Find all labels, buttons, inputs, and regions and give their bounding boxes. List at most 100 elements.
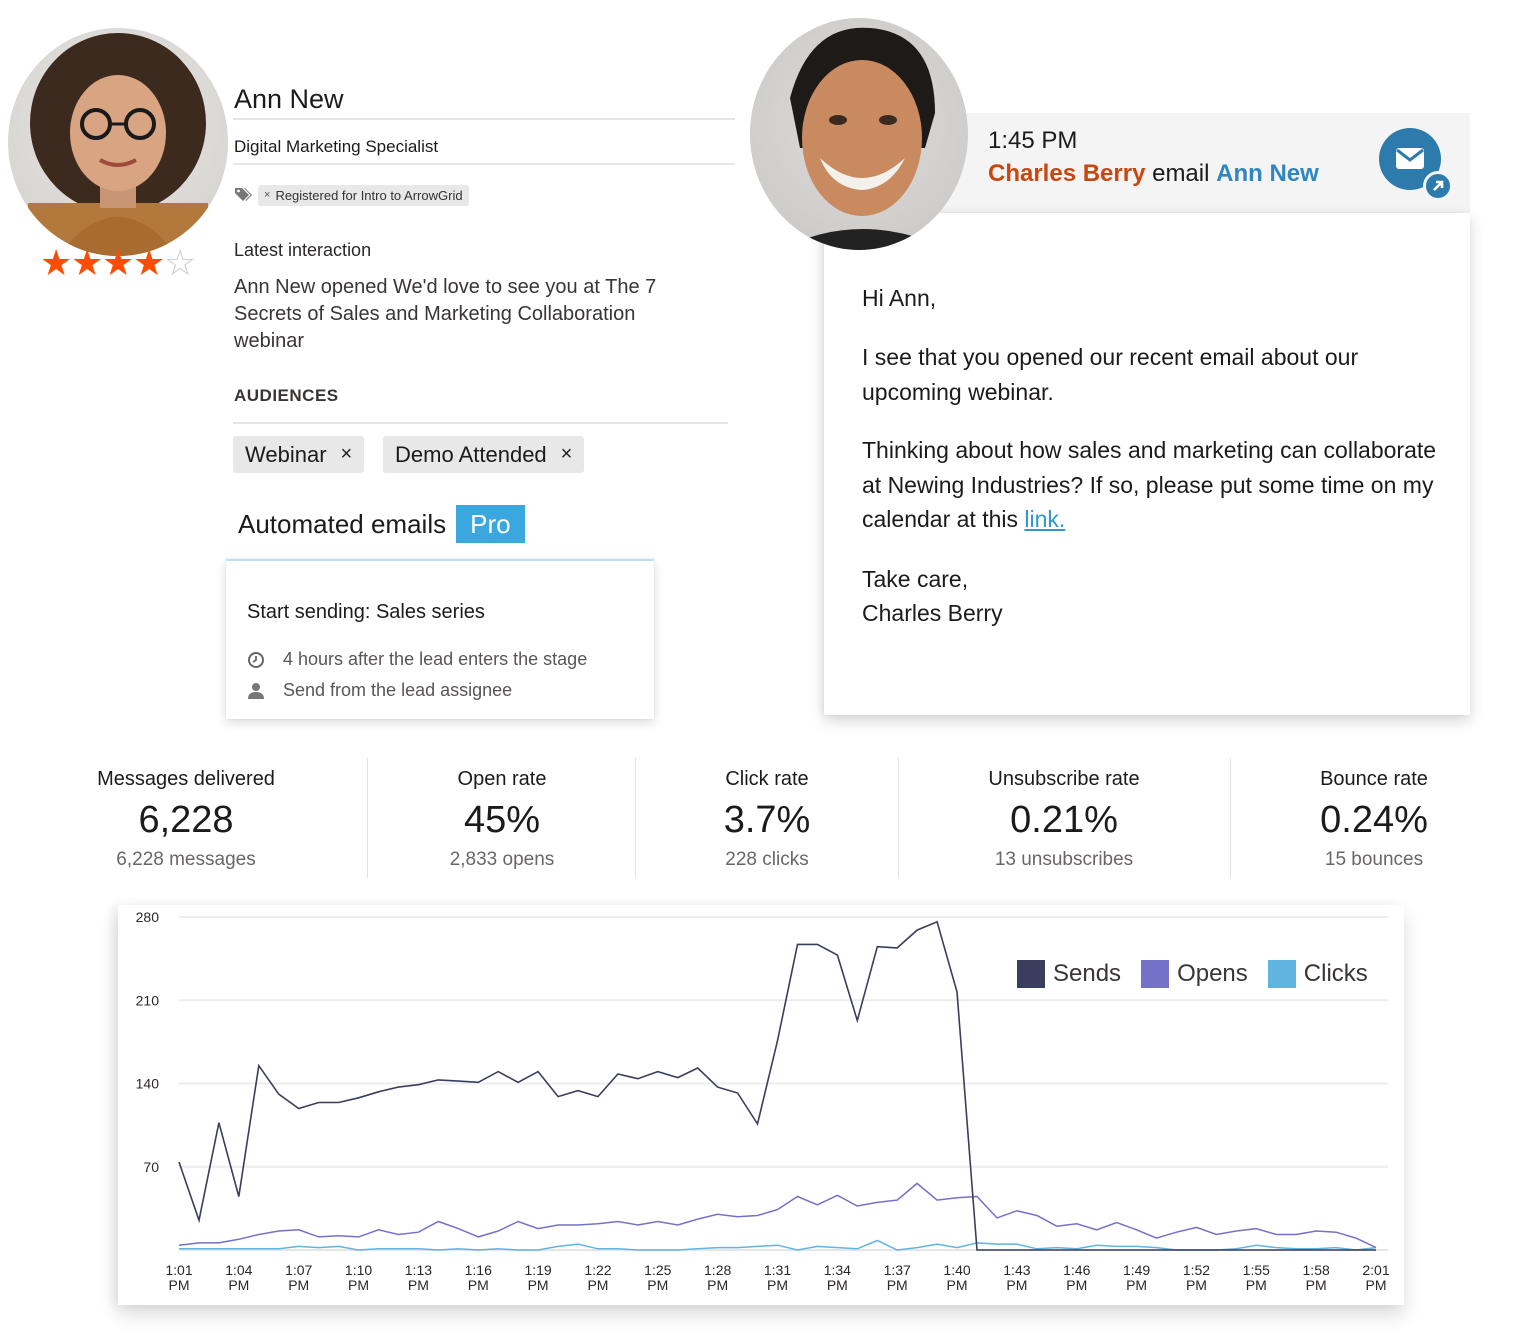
x-tick-label: 1:01 bbox=[165, 1262, 192, 1278]
email-signature: Charles Berry bbox=[862, 600, 1003, 626]
x-tick-label: PM bbox=[1126, 1277, 1147, 1293]
x-tick-label: PM bbox=[1246, 1277, 1267, 1293]
series-line-clicks bbox=[179, 1239, 1377, 1251]
x-tick-label: PM bbox=[947, 1277, 968, 1293]
x-tick-label: PM bbox=[887, 1277, 908, 1293]
remove-audience-icon[interactable]: × bbox=[341, 436, 353, 473]
series-line-opens bbox=[178, 1182, 1377, 1249]
audience-label: Webinar bbox=[245, 442, 327, 467]
x-tick-label: 2:01 bbox=[1362, 1262, 1389, 1278]
legend-item-clicks[interactable]: Clicks bbox=[1267, 960, 1368, 988]
x-tick-label: PM bbox=[228, 1277, 249, 1293]
email-sender-link[interactable]: Charles Berry bbox=[988, 160, 1145, 187]
automated-emails-title: Automated emails bbox=[238, 508, 447, 539]
legend-swatch bbox=[1017, 960, 1045, 988]
chart-legend: Sends Opens Clicks bbox=[1005, 950, 1380, 998]
latest-interaction-text: Ann New opened We'd love to see you at T… bbox=[234, 276, 657, 352]
x-tick-label: PM bbox=[1006, 1277, 1027, 1293]
contact-name: Ann New bbox=[234, 84, 344, 114]
audience-label: Demo Attended bbox=[395, 442, 547, 467]
sender-avatar bbox=[750, 18, 968, 250]
divider bbox=[233, 422, 728, 424]
x-tick-label: 1:37 bbox=[884, 1262, 911, 1278]
email-recipient-link[interactable]: Ann New bbox=[1216, 160, 1319, 187]
y-tick-label: 210 bbox=[136, 992, 160, 1008]
star-empty-icon[interactable]: ☆ bbox=[164, 244, 196, 284]
x-tick-label: PM bbox=[1066, 1277, 1087, 1293]
x-tick-label: PM bbox=[348, 1277, 369, 1293]
star-filled-icon[interactable]: ★ bbox=[102, 244, 134, 284]
legend-swatch bbox=[1141, 960, 1170, 988]
star-filled-icon[interactable]: ★ bbox=[71, 244, 103, 284]
legend-label: Sends bbox=[1053, 960, 1122, 987]
x-tick-label: 1:58 bbox=[1303, 1262, 1330, 1278]
x-tick-label: PM bbox=[767, 1277, 788, 1293]
open-external-badge[interactable] bbox=[1423, 171, 1453, 201]
legend-item-opens[interactable]: Opens bbox=[1141, 960, 1248, 988]
x-tick-label: PM bbox=[169, 1277, 190, 1293]
tags-icon bbox=[235, 188, 252, 201]
stat-subtext: 15 bounces bbox=[1324, 849, 1424, 870]
y-tick-label: 280 bbox=[136, 909, 160, 925]
stat-value: 0.24% bbox=[1320, 799, 1428, 841]
x-tick-label: PM bbox=[288, 1277, 309, 1293]
x-tick-label: 1:28 bbox=[704, 1262, 731, 1278]
email-paragraph: I see that you opened our recent email a… bbox=[862, 344, 1359, 405]
star-filled-icon[interactable]: ★ bbox=[40, 244, 72, 284]
email-body: Hi Ann, I see that you opened our recent… bbox=[824, 213, 1470, 715]
pro-badge: Pro bbox=[456, 505, 525, 543]
latest-interaction-heading: Latest interaction bbox=[234, 240, 372, 260]
automation-card[interactable]: Start sending: Sales series 4 hours afte… bbox=[226, 559, 654, 719]
remove-tag-icon[interactable]: × bbox=[264, 185, 270, 206]
automation-card-title: Start sending: Sales series bbox=[247, 601, 485, 623]
stat-click-rate: Click rate 3.7% 228 clicks bbox=[667, 760, 867, 878]
stat-value: 45% bbox=[463, 799, 541, 841]
stat-subtext: 2,833 opens bbox=[449, 849, 555, 870]
lead-rating[interactable]: ★ ★ ★ ★ ☆ bbox=[40, 244, 196, 284]
timing-text: 4 hours after the lead enters the stage bbox=[283, 649, 588, 669]
x-tick-label: 1:22 bbox=[584, 1262, 611, 1278]
x-tick-label: PM bbox=[707, 1277, 728, 1293]
x-tick-label: PM bbox=[468, 1277, 489, 1293]
x-tick-label: 1:16 bbox=[465, 1262, 492, 1278]
contact-avatar bbox=[8, 28, 228, 256]
x-tick-label: 1:40 bbox=[943, 1262, 970, 1278]
divider bbox=[898, 758, 899, 878]
legend-item-sends[interactable]: Sends bbox=[1017, 960, 1121, 988]
person-photo-icon bbox=[780, 27, 950, 250]
y-tick-label: 70 bbox=[143, 1159, 159, 1175]
x-tick-label: PM bbox=[408, 1277, 429, 1293]
stat-open-rate: Open rate 45% 2,833 opens bbox=[402, 760, 602, 878]
x-tick-label: PM bbox=[528, 1277, 549, 1293]
automation-sender: Send from the lead assignee bbox=[247, 680, 512, 701]
divider bbox=[367, 758, 368, 878]
stat-bounce-rate: Bounce rate 0.24% 15 bounces bbox=[1274, 760, 1474, 878]
stat-subtext: 13 unsubscribes bbox=[994, 849, 1134, 870]
audiences-heading: AUDIENCES bbox=[234, 386, 339, 405]
contact-tag[interactable]: × Registered for Intro to ArrowGrid bbox=[258, 185, 469, 206]
calendar-link[interactable]: link. bbox=[1024, 506, 1065, 532]
x-tick-label: 1:46 bbox=[1063, 1262, 1090, 1278]
stat-value: 3.7% bbox=[723, 799, 811, 841]
x-tick-label: PM bbox=[587, 1277, 608, 1293]
divider bbox=[233, 163, 735, 165]
divider bbox=[635, 758, 636, 878]
x-tick-label: 1:10 bbox=[345, 1262, 372, 1278]
remove-audience-icon[interactable]: × bbox=[561, 436, 573, 473]
audience-chip[interactable]: Webinar × bbox=[233, 436, 365, 473]
tag-label: Registered for Intro to ArrowGrid bbox=[275, 188, 463, 203]
star-filled-icon[interactable]: ★ bbox=[133, 244, 165, 284]
x-tick-label: 1:13 bbox=[405, 1262, 432, 1278]
stat-label: Bounce rate bbox=[1320, 768, 1428, 790]
audience-chip[interactable]: Demo Attended × bbox=[383, 436, 585, 473]
legend-swatch bbox=[1267, 960, 1296, 988]
stat-label: Open rate bbox=[457, 768, 547, 790]
email-action: email bbox=[1152, 160, 1210, 187]
automated-emails-heading: Automated emails Pro bbox=[238, 505, 525, 543]
legend-label: Clicks bbox=[1303, 960, 1368, 987]
stat-unsubscribe-rate: Unsubscribe rate 0.21% 13 unsubscribes bbox=[954, 760, 1174, 878]
stat-value: 0.21% bbox=[1010, 799, 1118, 841]
stat-label: Messages delivered bbox=[97, 768, 275, 790]
x-tick-label: PM bbox=[1186, 1277, 1207, 1293]
stat-label: Unsubscribe rate bbox=[988, 768, 1140, 790]
